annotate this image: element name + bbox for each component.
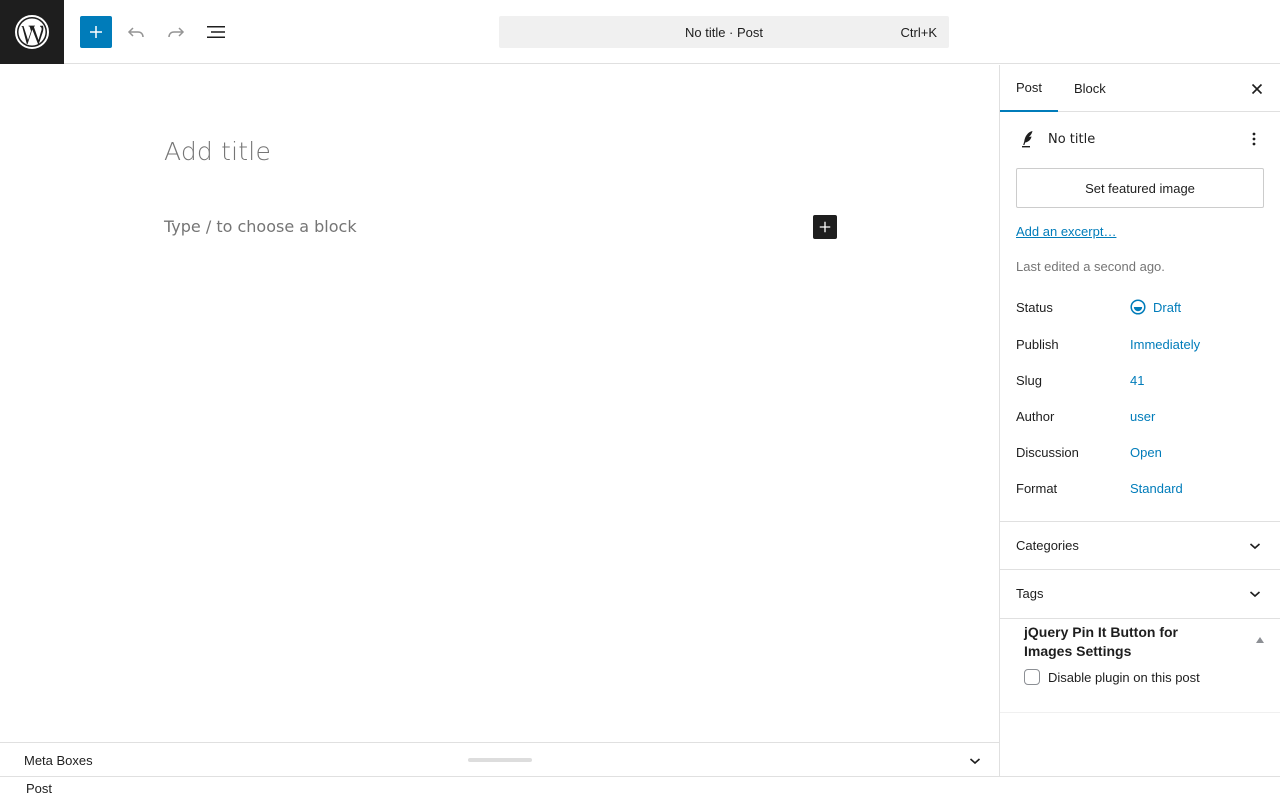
resize-handle[interactable]	[468, 758, 532, 762]
add-block-button[interactable]	[80, 16, 112, 48]
settings-sidebar: Post Block No title Set featured image A…	[999, 65, 1280, 776]
discussion-label: Discussion	[1016, 445, 1079, 460]
wordpress-logo-button[interactable]	[0, 0, 64, 64]
more-vertical-icon	[1252, 132, 1256, 146]
redo-icon	[168, 27, 185, 38]
format-value[interactable]: Standard	[1130, 481, 1183, 496]
plugin-settings-title: jQuery Pin It Button for Images Settings	[1024, 624, 1178, 659]
plus-icon	[819, 221, 831, 233]
discussion-row: Discussion Open	[1016, 445, 1266, 465]
slug-label: Slug	[1016, 373, 1043, 388]
categories-panel-title: Categories	[1016, 538, 1079, 553]
redo-button[interactable]	[160, 16, 192, 48]
breadcrumb-post[interactable]: Post	[26, 781, 52, 796]
publish-value[interactable]: Immediately	[1130, 337, 1200, 352]
chevron-down-icon	[969, 758, 981, 765]
set-featured-image-button[interactable]: Set featured image	[1016, 168, 1264, 208]
chevron-down-icon	[1245, 536, 1265, 556]
close-settings-button[interactable]	[1245, 77, 1269, 101]
status-value[interactable]: Draft	[1130, 298, 1182, 315]
meta-boxes-toggle-button[interactable]	[965, 751, 985, 771]
slug-row: Slug 41	[1016, 373, 1266, 393]
format-row: Format Standard	[1016, 481, 1266, 501]
list-view-icon	[207, 26, 225, 38]
status-value-text: Draft	[1153, 300, 1182, 315]
close-icon	[1251, 83, 1263, 95]
document-overview-button[interactable]	[200, 16, 232, 48]
undo-button[interactable]	[120, 16, 152, 48]
format-label: Format	[1016, 481, 1058, 496]
plus-icon	[90, 26, 102, 38]
publish-row: Publish Immediately	[1016, 337, 1266, 357]
plugin-settings-toggle[interactable]	[1253, 633, 1267, 647]
command-bar-title: No title · Post	[684, 24, 764, 40]
editor-canvas: Add title Type / to choose a block	[0, 65, 999, 742]
categories-panel[interactable]: Categories	[1000, 521, 1280, 569]
author-row: Author user	[1016, 409, 1266, 429]
post-card-title: No title	[1048, 132, 1096, 147]
draft-status-icon	[1130, 298, 1146, 315]
add-excerpt-link[interactable]: Add an excerpt…	[1016, 224, 1116, 239]
chevron-down-icon	[1245, 584, 1265, 604]
wordpress-logo-icon	[15, 15, 49, 49]
editor-header: No title · Post Ctrl+K	[0, 0, 1280, 64]
undo-icon	[127, 27, 144, 38]
post-actions-button[interactable]	[1242, 127, 1266, 151]
publish-label: Publish	[1016, 337, 1059, 352]
status-label: Status	[1016, 300, 1053, 315]
tab-post[interactable]: Post	[1000, 65, 1058, 112]
status-row: Status Draft	[1016, 298, 1266, 320]
plugin-settings-metabox: jQuery Pin It Button for Images Settings…	[1000, 618, 1280, 713]
disable-plugin-checkbox[interactable]	[1024, 669, 1040, 685]
tags-panel-title: Tags	[1016, 586, 1044, 601]
sidebar-tabs: Post Block	[1000, 65, 1280, 112]
triangle-up-icon	[1256, 637, 1264, 643]
command-palette-button[interactable]: No title · Post Ctrl+K	[499, 16, 949, 48]
tab-block[interactable]: Block	[1058, 65, 1122, 112]
feather-icon	[1016, 127, 1040, 151]
inline-add-block-button[interactable]	[813, 215, 837, 239]
last-edited-text: Last edited a second ago.	[1016, 259, 1165, 274]
meta-boxes-label: Meta Boxes	[24, 753, 93, 768]
author-label: Author	[1016, 409, 1055, 424]
command-shortcut: Ctrl+K	[900, 25, 937, 40]
meta-boxes-panel: Meta Boxes	[0, 742, 999, 776]
disable-plugin-option[interactable]: Disable plugin on this post	[1024, 669, 1200, 685]
author-value[interactable]: user	[1130, 409, 1155, 424]
default-block-appender[interactable]: Type / to choose a block	[164, 217, 357, 236]
slug-value[interactable]: 41	[1130, 373, 1144, 388]
disable-plugin-label: Disable plugin on this post	[1048, 669, 1200, 685]
post-title-input[interactable]: Add title	[164, 137, 271, 166]
editor-footer: Post	[0, 776, 1280, 800]
post-card: No title	[1016, 127, 1266, 151]
tags-panel[interactable]: Tags	[1000, 569, 1280, 617]
discussion-value[interactable]: Open	[1130, 445, 1162, 460]
